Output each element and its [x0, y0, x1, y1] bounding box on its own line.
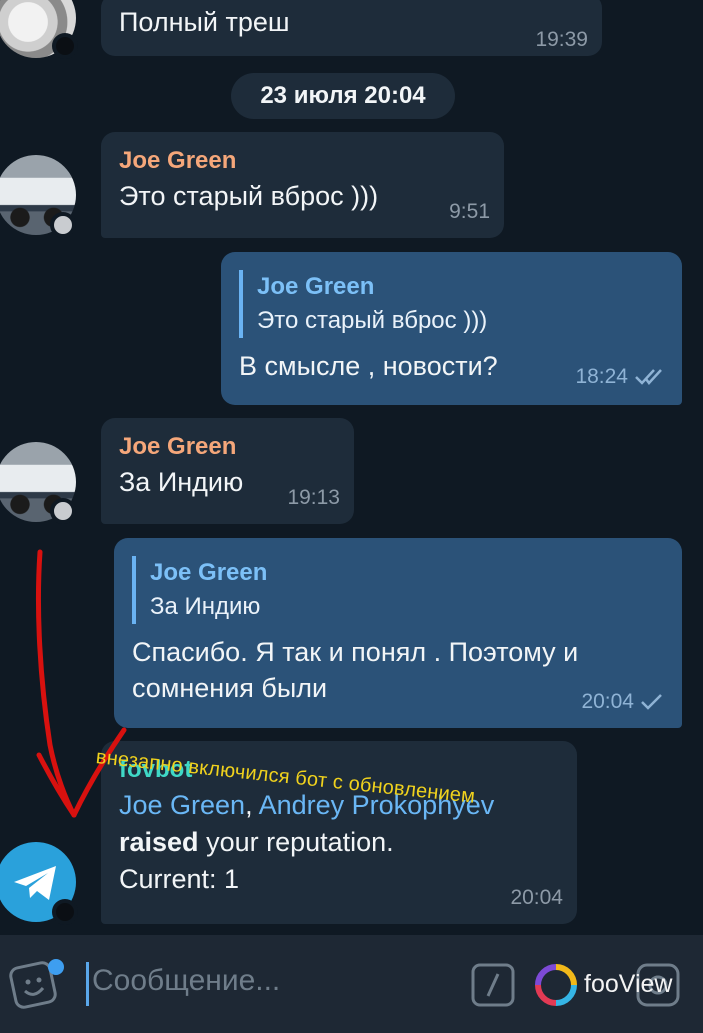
message-input[interactable]: Сообщение...	[92, 964, 280, 998]
chat-area[interactable]: Полный треш 19:39 23 июля 20:04 Joe Gree…	[0, 0, 703, 935]
sticker-icon[interactable]	[8, 955, 68, 1011]
fooview-label: fooView	[584, 970, 673, 998]
text-cursor	[86, 962, 89, 1006]
fooview-logo-icon[interactable]	[532, 962, 580, 1008]
slash-command-icon[interactable]	[470, 962, 516, 1008]
